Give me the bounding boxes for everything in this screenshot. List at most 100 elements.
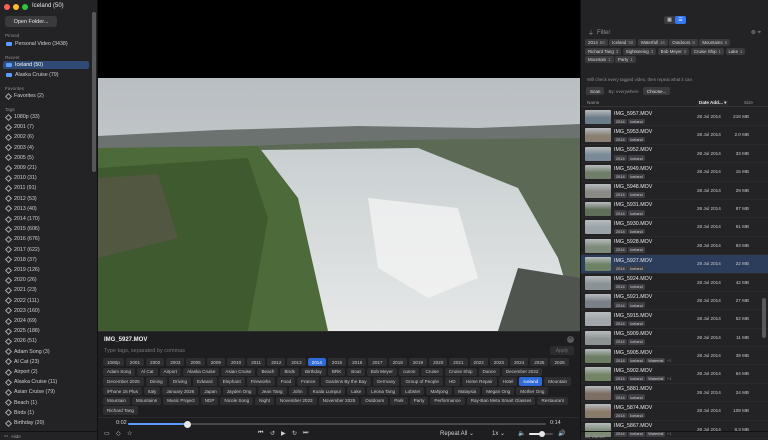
tag-chip[interactable]: 2019 — [408, 358, 428, 367]
tag-chip[interactable]: 2018 — [388, 358, 407, 367]
tag-chip[interactable]: 2017 — [368, 358, 387, 367]
column-size[interactable]: Size — [744, 100, 753, 105]
tag-chip[interactable]: France — [297, 377, 320, 386]
tag-chip[interactable]: Home Repair — [461, 377, 497, 386]
tag-chip[interactable]: Birthday — [300, 367, 326, 376]
tag-chip[interactable]: Adam Song — [103, 367, 136, 376]
tag-chip[interactable]: Mountains — [131, 396, 162, 405]
tag-icon[interactable]: ◇ — [116, 430, 121, 437]
choose-button[interactable]: Choose... — [642, 87, 671, 95]
forward-icon[interactable]: ↻ — [292, 430, 297, 437]
tag-chip[interactable]: Airport — [159, 367, 182, 376]
tag-chip[interactable]: Gardens By the Bay — [321, 377, 371, 386]
tag-chip[interactable]: Jayden Ong — [222, 387, 256, 396]
filter-tag[interactable]: Outdoors 8 — [669, 39, 698, 46]
filter-tag[interactable]: Waterfall 16 — [637, 39, 668, 46]
filter-tag[interactable]: Iceland 50 — [609, 39, 637, 46]
sidebar-item-tag[interactable]: 2003 (4) — [3, 144, 89, 152]
video-row[interactable]: IMG_5902.MOV 2014 Iceland Waterfall +1 28 Jul… — [581, 365, 768, 384]
tag-input[interactable] — [104, 346, 550, 355]
sidebar-item-tag[interactable]: 2009 (21) — [3, 164, 89, 172]
sidebar-toggle-icon[interactable]: ▭ — [4, 433, 8, 439]
tag-chip[interactable]: Lobster — [401, 387, 425, 396]
filter-tag[interactable]: 2014 50 — [585, 39, 608, 46]
tag-chip[interactable]: Mother Ong — [516, 387, 549, 396]
tag-chip[interactable]: Birds — [280, 367, 299, 376]
volume-slider[interactable] — [529, 431, 553, 437]
tag-chip[interactable]: Night — [255, 396, 274, 405]
video-row[interactable]: IMG_5952.MOV 2014 Iceland 28 Jul 2014 33 MB — [581, 145, 768, 164]
tag-chip[interactable]: Cruise — [421, 367, 443, 376]
tag-chip[interactable]: Malaysia — [454, 387, 481, 396]
tag-chip[interactable]: HD — [444, 377, 460, 386]
tag-chip[interactable]: 2014 — [307, 358, 326, 367]
tag-chip[interactable]: Park — [390, 396, 408, 405]
sidebar-item-tag[interactable]: 2002 (6) — [3, 133, 89, 141]
sidebar-item-tag[interactable]: 2026 (51) — [3, 337, 89, 345]
volume-up-icon[interactable]: 🔊 — [558, 430, 565, 437]
sidebar-item-tag[interactable]: 2014 (170) — [3, 215, 89, 223]
sidebar-item-tag[interactable]: 2013 (40) — [3, 205, 89, 213]
tag-chip[interactable]: Nicole Song — [220, 396, 254, 405]
tag-chip[interactable]: Edward — [193, 377, 217, 386]
tag-chip[interactable]: canon — [398, 367, 420, 376]
volume-knob[interactable] — [539, 431, 546, 437]
sidebar-item-tag[interactable]: Alaska Cruise (11) — [3, 378, 89, 386]
tag-chip[interactable]: Lake — [347, 387, 366, 396]
video-row[interactable]: IMG_5927.MOV 2014 Iceland 28 Jul 2014 22 MB — [581, 255, 768, 274]
filter-tag[interactable]: Mountain 1 — [585, 56, 614, 63]
tag-chip[interactable]: 2026 — [550, 358, 569, 367]
tag-chip[interactable]: Mountain — [103, 396, 130, 405]
tag-chip[interactable]: Food — [276, 377, 296, 386]
tag-chip[interactable]: 2015 — [327, 358, 347, 367]
tag-chip[interactable]: 2023 — [489, 358, 508, 367]
tag-chip[interactable]: Mountain — [544, 377, 572, 386]
tag-chip[interactable]: 2009 — [206, 358, 225, 367]
close-editor-icon[interactable]: × — [567, 336, 574, 343]
video-row[interactable]: IMG_5924.MOV 2014 Iceland 28 Jul 2014 42 MB — [581, 274, 768, 292]
clear-filter-icon[interactable]: ⊗ ⌖ — [751, 29, 761, 37]
tag-chip[interactable]: 2001 — [125, 358, 145, 367]
tag-chip[interactable]: 2020 — [429, 358, 448, 367]
tag-chip[interactable]: Restaurant — [537, 396, 568, 405]
filter-tag[interactable]: Bob Meyer 2 — [657, 47, 690, 55]
tag-chip[interactable]: 2016 — [348, 358, 367, 367]
tag-chip[interactable]: Iceland — [519, 377, 543, 386]
tag-chip[interactable]: Group of People — [401, 377, 443, 386]
tag-chip[interactable]: Boat — [347, 367, 365, 376]
sidebar-item-tag[interactable]: Birds (1) — [3, 409, 89, 417]
scan-button[interactable]: Scan — [586, 87, 605, 95]
sidebar-hide-label[interactable]: Hide — [11, 434, 20, 439]
sidebar-item-tag[interactable]: Al Cat (23) — [3, 358, 89, 366]
tag-chip[interactable]: Music Project — [163, 396, 199, 405]
tag-chip[interactable]: December 2022 — [501, 367, 543, 376]
video-row[interactable]: IMG_5957.MOV 2014 Iceland 28 Jul 2014 216 MB — [581, 108, 768, 127]
tag-chip[interactable]: November 2025 — [318, 396, 360, 405]
sidebar-item-tag[interactable]: Beach (1) — [3, 399, 89, 407]
sidebar-item-tag[interactable]: Adam Song (3) — [3, 348, 89, 356]
grid-view-button[interactable]: ▦ — [664, 16, 675, 24]
tag-chip[interactable]: 2010 — [226, 358, 246, 367]
sidebar-item-tag[interactable]: 2025 (188) — [3, 327, 89, 335]
sidebar-toggle-icon[interactable]: ▭ — [104, 430, 110, 437]
filter-field[interactable]: ⏚ Filter ⊗ ⌖ — [585, 28, 765, 38]
play-icon[interactable]: ▶ — [281, 430, 286, 437]
speed-dropdown[interactable]: 1x ⌄ — [492, 430, 505, 437]
video-row[interactable]: IMG_5930.MOV 2014 Iceland 28 Jul 2014 61 MB — [581, 218, 768, 237]
tag-chip[interactable]: 2005 — [186, 358, 205, 367]
video-row[interactable]: IMG_5881.MOV 2014 Iceland 28 Jul 2014 24 MB — [581, 384, 768, 403]
sidebar-item-tag[interactable]: 2016 (676) — [3, 235, 89, 243]
video-row[interactable]: IMG_5928.MOV 2014 Iceland 28 Jul 2014 93 MB — [581, 237, 768, 256]
video-frame[interactable] — [98, 78, 580, 331]
tag-chip[interactable]: January 2026 — [162, 387, 199, 396]
tag-chip[interactable]: Megan Ong — [482, 387, 515, 396]
seek-knob[interactable] — [184, 420, 192, 428]
video-row[interactable]: IMG_5949.MOV 2014 Iceland 28 Jul 2014 15 MB — [581, 163, 768, 182]
tag-chip[interactable]: Bob Meyer — [366, 367, 397, 376]
filter-tag[interactable]: Sightseeing 3 — [622, 47, 657, 55]
tag-chip[interactable]: Italy — [143, 387, 161, 396]
sidebar-item-tag[interactable]: Airport (2) — [3, 368, 89, 376]
tag-chip[interactable]: Hotel — [498, 377, 518, 386]
list-view-button[interactable]: ☰ — [675, 16, 686, 24]
tag-chip[interactable]: Jean Tang — [257, 387, 287, 396]
